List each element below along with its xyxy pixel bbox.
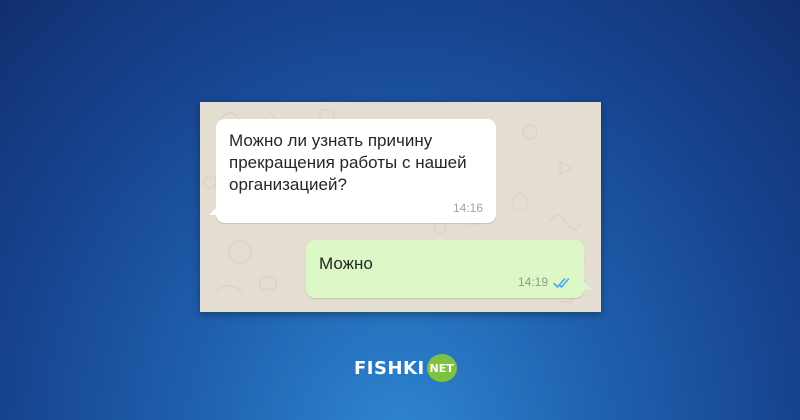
incoming-bubble-tail [209,205,219,215]
brand-net-badge: NET [426,354,457,382]
incoming-message-text: Можно ли узнать причину прекращения рабо… [229,131,467,194]
outgoing-message-bubble[interactable]: Можно 14:19 [306,240,592,298]
chat-screenshot: Можно ли узнать причину прекращения рабо… [200,102,601,312]
fishki-logo[interactable]: FISHKI NET [354,353,457,383]
screen: { "colors": { "incoming_bubble": "#fffff… [0,0,800,420]
brand-word: FISHKI [354,357,425,379]
double-check-icon [553,278,570,288]
outgoing-message-time: 14:19 [517,275,548,289]
incoming-message-bubble[interactable]: Можно ли узнать причину прекращения рабо… [209,119,496,223]
incoming-message-time: 14:16 [452,201,483,215]
outgoing-bubble-tail [582,280,592,290]
outgoing-message-text: Можно [319,254,373,273]
